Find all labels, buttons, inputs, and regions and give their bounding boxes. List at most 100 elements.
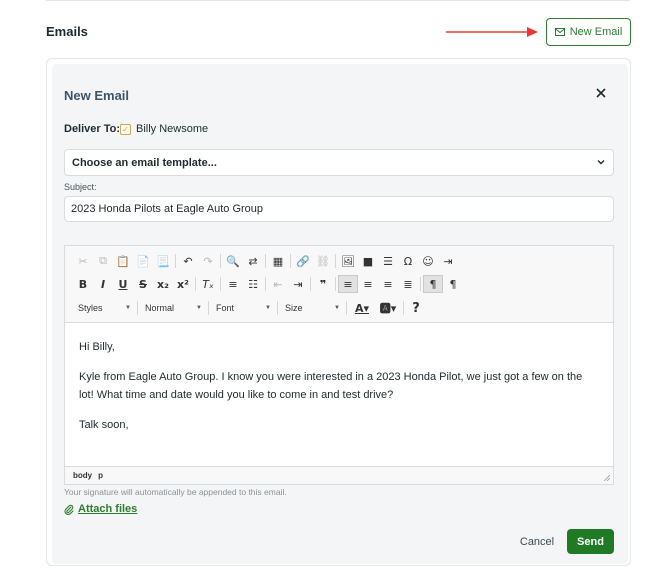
caret-down-icon: ▼ [334,305,340,311]
attach-files-label: Attach files [78,503,138,515]
indent-list-icon[interactable]: ⇥ [438,252,458,270]
image-icon[interactable]: 🖼 [338,252,358,270]
font-dropdown-label: Font [216,303,235,313]
replace-icon[interactable]: ⇄ [243,252,263,270]
justify-icon[interactable]: ≣ [398,275,418,293]
editor-toolbar: ✂ ⧉ 📋 📄 📃 ↶ ↷ 🔍 ⇄ ▦ 🔗 ⛓ 🖼 ■ ☰ Ω ☺ ⇥ B I … [65,246,613,323]
subject-label: Subject: [64,182,97,192]
rich-text-editor: ✂ ⧉ 📋 📄 📃 ↶ ↷ 🔍 ⇄ ▦ 🔗 ⛓ 🖼 ■ ☰ Ω ☺ ⇥ B I … [64,245,614,485]
clear-format-icon[interactable]: Tₓ [198,275,218,293]
path-element-p[interactable]: p [98,471,103,480]
align-right-icon[interactable]: ≡ [378,275,398,293]
rtl-direction-icon[interactable]: ¶ [443,275,463,293]
resize-handle-icon[interactable] [603,474,610,481]
toolbar-separator [403,301,404,315]
styles-dropdown-label: Styles [78,303,103,313]
toolbar-separator [335,254,336,268]
size-dropdown[interactable]: Size ▼ [280,299,344,317]
horizontal-rule-icon[interactable]: ☰ [378,252,398,270]
format-dropdown[interactable]: Normal ▼ [140,299,206,317]
indent-icon[interactable]: ⇥ [288,275,308,293]
toolbar-row-2: B I U S x₂ x² Tₓ ≡ ☷ ⇤ ⇥ ❞ ≡ ≡ ≡ ≣ ¶ ¶ [73,274,463,294]
italic-icon[interactable]: I [93,275,113,293]
signature-note: Your signature will automatically be app… [64,487,287,497]
align-center-icon[interactable]: ≡ [358,275,378,293]
emoji-icon[interactable]: ☺ [418,252,438,270]
align-left-icon[interactable]: ≡ [338,275,358,293]
toolbar-separator [420,277,421,291]
chevron-down-icon [597,160,605,165]
font-dropdown[interactable]: Font ▼ [211,299,275,317]
toolbar-separator [290,254,291,268]
editor-status-bar: body p [65,466,613,484]
toolbar-separator [195,277,196,291]
section-title: Emails [46,24,88,39]
text-color-icon[interactable]: A▾ [349,299,375,317]
recipient-checkbox[interactable]: ✓ [120,124,131,135]
redo-icon[interactable]: ↷ [198,252,218,270]
underline-icon[interactable]: U [113,275,133,293]
new-email-button-label: New Email [569,26,623,38]
undo-icon[interactable]: ↶ [178,252,198,270]
paperclip-icon [64,504,74,515]
numbered-list-icon[interactable]: ≡ [223,275,243,293]
close-icon[interactable] [594,86,608,100]
size-dropdown-label: Size [285,303,303,313]
toolbar-separator [220,277,221,291]
email-template-select[interactable]: Choose an email template... [64,149,614,176]
toolbar-separator [346,301,347,315]
toolbar-separator [277,301,278,315]
toolbar-separator [265,254,266,268]
special-character-icon[interactable]: Ω [398,252,418,270]
cut-icon[interactable]: ✂ [73,252,93,270]
help-icon[interactable]: ? [406,299,426,317]
send-button[interactable]: Send [567,529,614,554]
background-color-icon[interactable]: 🅰▾ [375,299,401,317]
checkmark-icon: ✓ [122,125,129,134]
select-all-icon[interactable]: ▦ [268,252,288,270]
format-dropdown-label: Normal [145,303,175,313]
envelope-icon [554,28,565,36]
editor-content[interactable]: Hi Billy, Kyle from Eagle Auto Group. I … [79,338,599,446]
bold-icon[interactable]: B [73,275,93,293]
toolbar-separator [310,277,311,291]
toolbar-separator [220,254,221,268]
path-element-body[interactable]: body [73,471,92,480]
blockquote-icon[interactable]: ❞ [313,275,333,293]
strikethrough-icon[interactable]: S [133,275,153,293]
paste-word-icon[interactable]: 📃 [153,252,173,270]
cancel-button[interactable]: Cancel [512,532,562,552]
paste-icon[interactable]: 📋 [113,252,133,270]
ltr-direction-icon[interactable]: ¶ [423,275,443,293]
copy-icon[interactable]: ⧉ [93,252,113,270]
toolbar-row-1: ✂ ⧉ 📋 📄 📃 ↶ ↷ 🔍 ⇄ ▦ 🔗 ⛓ 🖼 ■ ☰ Ω ☺ ⇥ [73,251,458,271]
deliver-to-label: Deliver To: [64,123,121,135]
panel-title: New Email [64,88,130,103]
recipient-name: Billy Newsome [136,123,209,135]
styles-dropdown[interactable]: Styles ▼ [73,299,135,317]
new-email-button[interactable]: New Email [546,18,631,46]
find-icon[interactable]: 🔍 [223,252,243,270]
paste-text-icon[interactable]: 📄 [133,252,153,270]
unlink-icon[interactable]: ⛓ [313,252,333,270]
toolbar-row-3: Styles ▼ Normal ▼ Font ▼ Size ▼ A▾ 🅰▾ ? [73,298,426,318]
link-icon[interactable]: 🔗 [293,252,313,270]
caret-down-icon: ▼ [125,305,131,311]
email-closing: Talk soon, [79,419,129,431]
top-divider [46,0,630,1]
toolbar-separator [175,254,176,268]
email-message: Kyle from Eagle Auto Group. I know you w… [79,371,583,401]
subscript-icon[interactable]: x₂ [153,275,173,293]
outdent-icon[interactable]: ⇤ [268,275,288,293]
attach-files-link[interactable]: Attach files [64,503,137,515]
toolbar-separator [265,277,266,291]
bullet-list-icon[interactable]: ☷ [243,275,263,293]
superscript-icon[interactable]: x² [173,275,193,293]
template-select-value: Choose an email template... [72,156,217,169]
subject-input[interactable] [64,196,614,222]
annotation-arrow [446,27,538,37]
email-greeting: Hi Billy, [79,341,115,353]
video-icon[interactable]: ■ [358,252,378,270]
caret-down-icon: ▼ [265,305,271,311]
caret-down-icon: ▼ [196,305,202,311]
